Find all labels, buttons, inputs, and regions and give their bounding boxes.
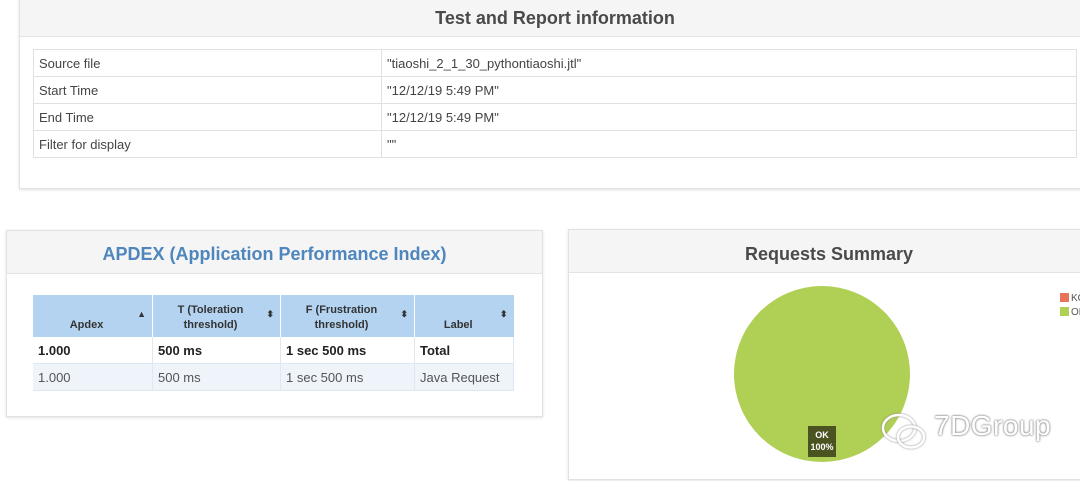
pie-chart [734,286,910,462]
pie-slice-percent: 100% [810,442,834,452]
pie-slice-name: OK [815,430,829,440]
watermark-text: 7DGroup [934,410,1052,441]
pie-slice-label: OK 100% [808,426,836,457]
wechat-icon [881,413,926,449]
